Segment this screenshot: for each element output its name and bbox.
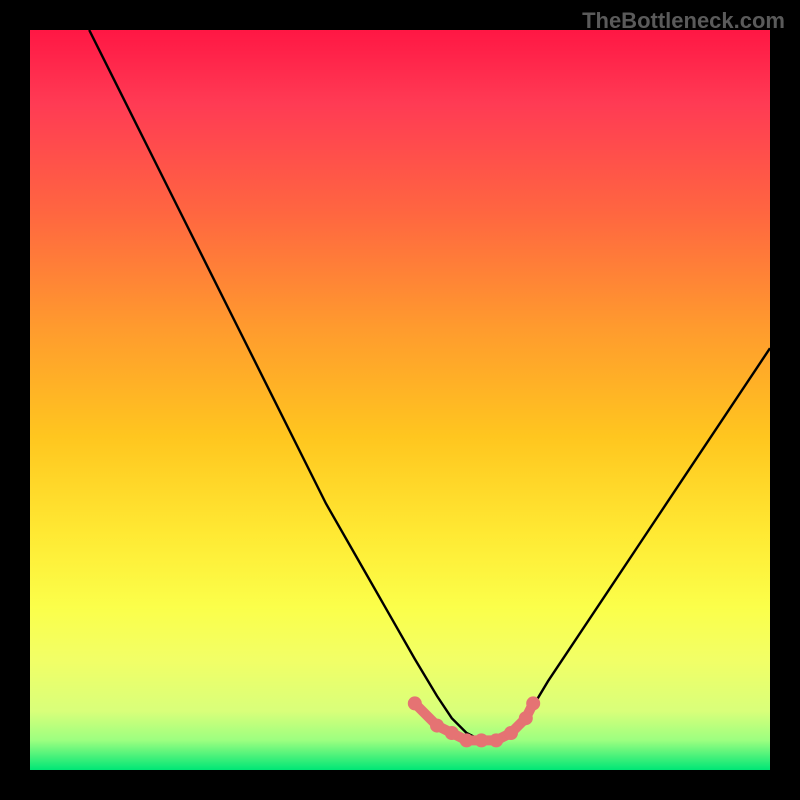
optimal-marker-dot [445,726,459,740]
optimal-marker-dot [430,719,444,733]
bottleneck-curve [89,30,770,740]
optimal-marker-dot [526,696,540,710]
optimal-marker-dot [519,711,533,725]
optimal-marker-dot [460,733,474,747]
optimal-marker-dot [474,733,488,747]
watermark-text: TheBottleneck.com [582,8,785,34]
optimal-marker-dot [408,696,422,710]
optimal-marker-dot [504,726,518,740]
chart-svg [30,30,770,770]
optimal-marker-dot [489,733,503,747]
chart-plot-area [30,30,770,770]
